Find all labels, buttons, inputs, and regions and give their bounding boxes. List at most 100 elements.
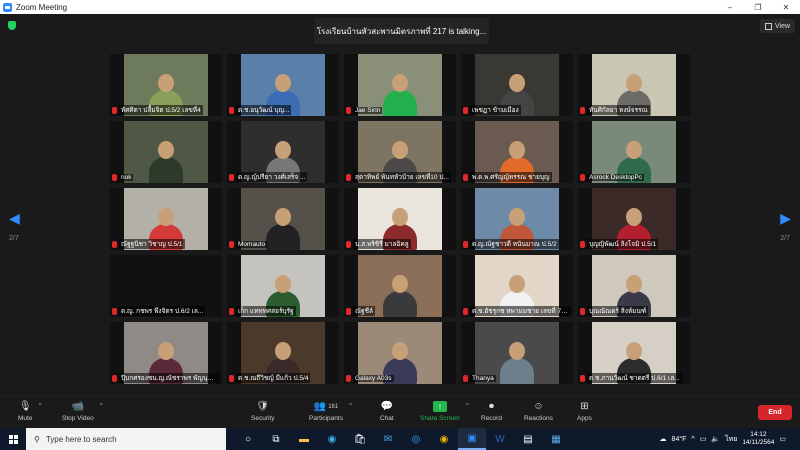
participant-tile[interactable]: สุดาทิพย์ พันทหัวบ้าย เลขที่10 ป...	[344, 121, 456, 183]
weather-temp[interactable]: 84°F	[672, 436, 687, 443]
muted-mic-icon	[229, 173, 234, 181]
security-button[interactable]: 🛡 Security	[251, 400, 274, 422]
document-icon[interactable]: ▤	[514, 428, 542, 450]
word-icon[interactable]: W	[486, 428, 514, 450]
mail-icon[interactable]: ✉	[374, 428, 402, 450]
reactions-button[interactable]: ☺ Reactions	[524, 400, 553, 422]
next-page-arrow-icon[interactable]: ▶	[780, 210, 791, 227]
participant-tile[interactable]: Thanya	[461, 322, 573, 384]
participants-button[interactable]: 👥 161 ^ Participants	[309, 400, 352, 422]
participant-name: Asrock DesktopPc	[587, 173, 645, 181]
participant-tile[interactable]: เพชฏา ข้ามเมือง	[461, 54, 573, 116]
participant-tile[interactable]: Asrock DesktopPc	[578, 121, 690, 183]
participant-name: ปุ๊บกศรองชน.ญ.ณัชราพร พัญนุต 6...	[119, 373, 220, 383]
participant-tile[interactable]: ปุ๊บกศรองชน.ญ.ณัชราพร พัญนุต 6...	[110, 322, 222, 384]
muted-mic-icon	[580, 106, 585, 114]
chat-button[interactable]: 💬 Chat	[380, 400, 394, 422]
participant-tile[interactable]: ด.ญ.ณัฐชาวดี หนันมาณ ป.5/2	[461, 188, 573, 250]
participant-name: ด.ญ. กชพร พึงจิตร ป.6/2 เล...	[119, 306, 206, 316]
participant-tile[interactable]: ด.ญ.ญ์ปรียา วงศ์เสร็จ ...	[227, 121, 339, 183]
participant-tile[interactable]: ทัศศิตา ปลื้มจิต ป.5/2 เลขที่4	[110, 54, 222, 116]
participant-face	[392, 342, 408, 360]
participants-options-caret-icon[interactable]: ^	[349, 403, 352, 409]
participant-tile[interactable]: น.ส.พริชิรี มาลอิคลู	[344, 188, 456, 250]
file-explorer-icon[interactable]: ▬	[290, 428, 318, 450]
next-page-label: 2/7	[780, 235, 790, 242]
muted-mic-icon	[580, 307, 585, 315]
notifications-icon[interactable]: ▭	[779, 435, 786, 443]
taskbar-search-box[interactable]: ⚲ Type here to search	[26, 428, 226, 450]
security-label: Security	[251, 415, 275, 422]
muted-mic-icon	[580, 173, 585, 181]
photos-icon[interactable]: ▦	[542, 428, 570, 450]
weather-cloud-icon[interactable]: ☁	[660, 435, 667, 443]
participant-name-row: ด.ญ.ญ์ปรียา วงศ์เสร็จ ...	[229, 172, 337, 182]
participant-tile[interactable]: Jae Sirin	[344, 54, 456, 116]
view-button[interactable]: View	[760, 19, 795, 33]
muted-mic-icon	[112, 240, 117, 248]
zoom-taskbar-icon[interactable]: ▣	[458, 428, 486, 450]
chrome-icon[interactable]: ◉	[430, 428, 458, 450]
task-view-icon[interactable]: ⧉	[262, 428, 290, 450]
share-screen-label: Share Screen	[420, 415, 460, 422]
mute-options-caret-icon[interactable]: ^	[39, 403, 42, 409]
tray-expand-icon[interactable]: ^	[691, 436, 694, 443]
edge-icon[interactable]: ◉	[318, 428, 346, 450]
participant-face	[275, 141, 291, 159]
apps-button[interactable]: ⊞ Apps	[577, 400, 592, 422]
participant-tile[interactable]: ด.ช.ฮัชรุกช หพามมชาย เลขที่ 7 ป...	[461, 255, 573, 317]
windows-start-button[interactable]	[0, 428, 26, 450]
muted-mic-icon	[346, 106, 351, 114]
prev-page-arrow-icon[interactable]: ◀	[9, 210, 20, 227]
participant-face	[392, 74, 408, 92]
close-button[interactable]: ✕	[772, 0, 800, 14]
security-shield-icon[interactable]	[8, 21, 16, 30]
share-options-caret-icon[interactable]: ^	[466, 403, 469, 409]
participant-tile[interactable]: nok	[110, 121, 222, 183]
network-icon[interactable]: ▭	[700, 435, 707, 443]
participant-name-row: ทัศศิตา ปลื้มจิต ป.5/2 เลขที่4	[112, 105, 220, 115]
participant-tile[interactable]: บุณณัณตร์ สิงห์มนฑ์	[578, 255, 690, 317]
participant-name: น.ส.พริชิรี มาลอิคลู	[353, 239, 411, 249]
muted-mic-icon	[229, 307, 234, 315]
participant-name: nok	[119, 173, 134, 181]
participant-tile[interactable]: ด.ช.อนุวัฒน์ บุญ...	[227, 54, 339, 116]
chrome-alt-icon[interactable]: ◎	[402, 428, 430, 450]
participant-name-row: ด.ญ. กชพร พึงจิตร ป.6/2 เล...	[112, 306, 220, 316]
store-icon[interactable]: 🛍	[346, 428, 374, 450]
share-screen-button[interactable]: ↑ ^ Share Screen	[420, 400, 469, 422]
volume-icon[interactable]: 🔈	[711, 435, 720, 443]
cortana-icon[interactable]: ○	[234, 428, 262, 450]
minimize-button[interactable]: –	[716, 0, 744, 14]
record-button[interactable]: ⏺ Record	[481, 400, 502, 422]
participant-tile[interactable]: Momauto	[227, 188, 339, 250]
participant-tile[interactable]: บุญญิพัฒน์ ลิงโจมิ ป.5/1	[578, 188, 690, 250]
stop-video-button[interactable]: 📹 ^ Stop Video	[62, 400, 103, 422]
participant-tile[interactable]: เก็ก แทททศสอร์บุรัฐ	[227, 255, 339, 317]
input-language[interactable]: ไทย	[725, 434, 737, 445]
participant-name-row: ด.ช.อนุวัฒน์ บุญ...	[229, 105, 337, 115]
participant-tile[interactable]: ด.ช.ณถึวิชญ์ มีแก้ว ป.5/4	[227, 322, 339, 384]
participant-name: ทันศิกัลยา หงษ์จรรณ	[587, 105, 650, 115]
participant-tile[interactable]: Galaxy A03s	[344, 322, 456, 384]
participant-tile[interactable]: ณัฐฐนิชา วิชาญ ป.5/1	[110, 188, 222, 250]
participant-face	[392, 275, 408, 293]
participant-face	[509, 208, 525, 226]
view-button-label: View	[774, 22, 791, 30]
participant-tile[interactable]: ณัฐชีล์	[344, 255, 456, 317]
clock[interactable]: 14:12 14/11/2564	[742, 431, 774, 447]
participant-face	[626, 141, 642, 159]
participant-tile[interactable]: พ.ด.พ.ศรัญญ์ทรรณ ชายบุญ	[461, 121, 573, 183]
end-meeting-button[interactable]: End	[758, 405, 792, 420]
video-options-caret-icon[interactable]: ^	[100, 403, 103, 409]
participant-tile[interactable]: ทันศิกัลยา หงษ์จรรณ	[578, 54, 690, 116]
window-controls: – ❐ ✕	[716, 0, 800, 14]
participant-name-row: Asrock DesktopPc	[580, 172, 688, 182]
participant-tile[interactable]: ด.ช.ภานวัฒน์ ชาดตรี ป.6/1 เล...	[578, 322, 690, 384]
participant-name: Galaxy A03s	[353, 374, 394, 382]
muted-mic-icon	[112, 374, 117, 382]
maximize-button[interactable]: ❐	[744, 0, 772, 14]
grid-view-icon	[764, 22, 772, 30]
mute-button[interactable]: 🎙 ^ Mute	[18, 400, 41, 422]
participant-tile[interactable]: ด.ญ. กชพร พึงจิตร ป.6/2 เล...	[110, 255, 222, 317]
